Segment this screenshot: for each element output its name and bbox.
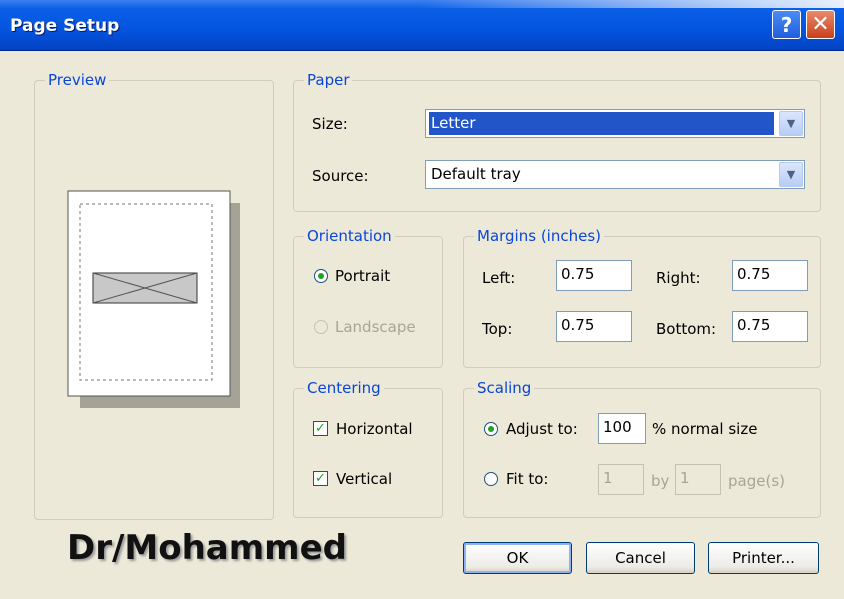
portrait-radio[interactable]: [314, 269, 328, 283]
source-value: Default tray: [431, 165, 521, 183]
vertical-checkbox[interactable]: ✓: [313, 471, 328, 486]
scaling-legend: Scaling: [474, 379, 535, 397]
close-icon: ✕: [811, 12, 830, 37]
paper-legend: Paper: [304, 71, 353, 89]
vertical-label[interactable]: Vertical: [336, 470, 392, 488]
margins-group: Margins (inches) Left: 0.75 Right: 0.75 …: [463, 227, 821, 368]
margin-right-input[interactable]: 0.75: [732, 260, 808, 291]
adjust-to-label[interactable]: Adjust to:: [506, 420, 578, 438]
fit-to-suffix: page(s): [728, 472, 785, 490]
orientation-legend: Orientation: [304, 227, 395, 245]
margin-right-label: Right:: [656, 269, 701, 287]
fit-to-wide-input[interactable]: 1: [598, 464, 644, 495]
centering-group: Centering ✓ Horizontal ✓ Vertical: [293, 379, 443, 518]
checkmark-icon: ✓: [315, 471, 326, 486]
margin-top-input[interactable]: 0.75: [556, 311, 632, 342]
fit-to-radio[interactable]: [484, 472, 498, 486]
centering-legend: Centering: [304, 379, 384, 397]
fit-to-label[interactable]: Fit to:: [506, 470, 548, 488]
help-button[interactable]: ?: [772, 10, 801, 39]
size-value: Letter: [429, 112, 774, 135]
margin-bottom-label: Bottom:: [656, 320, 717, 338]
fit-to-tall-input[interactable]: 1: [675, 464, 721, 495]
source-select[interactable]: Default tray ▼: [425, 160, 805, 189]
help-icon: ?: [780, 12, 793, 37]
source-label: Source:: [312, 167, 369, 185]
chevron-down-icon[interactable]: ▼: [779, 162, 803, 187]
margins-legend: Margins (inches): [474, 227, 604, 245]
title-bar-fade: [420, 0, 844, 8]
paper-group: Paper Size: Letter ▼ Source: Default tra…: [293, 71, 821, 212]
adjust-to-input[interactable]: 100: [598, 413, 646, 444]
cancel-button[interactable]: Cancel: [586, 542, 695, 574]
page-preview: [67, 190, 240, 408]
size-label: Size:: [312, 115, 348, 133]
margin-top-label: Top:: [482, 320, 513, 338]
size-select[interactable]: Letter ▼: [425, 109, 805, 138]
chevron-down-icon[interactable]: ▼: [779, 111, 803, 136]
window-title: Page Setup: [10, 16, 120, 36]
close-button[interactable]: ✕: [806, 10, 835, 39]
horizontal-checkbox[interactable]: ✓: [313, 421, 328, 436]
watermark-text: Dr/Mohammed: [67, 528, 348, 568]
scaling-group: Scaling Adjust to: 100 % normal size Fit…: [463, 379, 821, 518]
portrait-label[interactable]: Portrait: [335, 267, 390, 285]
adjust-to-radio[interactable]: [484, 422, 498, 436]
margin-left-input[interactable]: 0.75: [556, 260, 632, 291]
title-bar: Page Setup ? ✕: [0, 0, 844, 51]
landscape-label[interactable]: Landscape: [335, 318, 416, 336]
landscape-radio[interactable]: [314, 320, 328, 334]
orientation-group: Orientation Portrait Landscape: [293, 227, 443, 368]
ok-button[interactable]: OK: [463, 542, 572, 574]
margin-bottom-input[interactable]: 0.75: [732, 311, 808, 342]
horizontal-label[interactable]: Horizontal: [336, 420, 413, 438]
checkmark-icon: ✓: [315, 421, 326, 436]
preview-group: Preview: [34, 71, 274, 520]
margin-left-label: Left:: [482, 269, 516, 287]
printer-button[interactable]: Printer...: [708, 542, 819, 574]
fit-to-by-label: by: [651, 472, 670, 490]
adjust-to-suffix: % normal size: [652, 420, 758, 438]
